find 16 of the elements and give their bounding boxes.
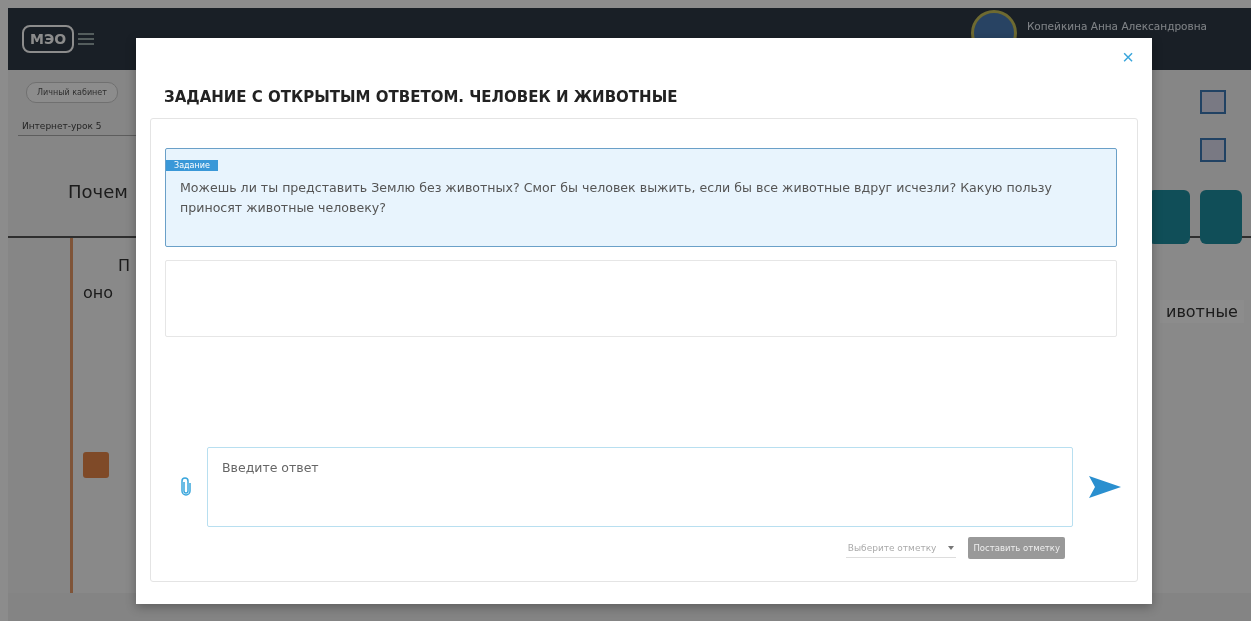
lesson-heading: Почем [68,180,128,202]
user-name[interactable]: Копейкина Анна Александровна [1026,20,1207,32]
task-label: Задание [166,160,218,171]
send-icon[interactable] [1089,476,1121,498]
breadcrumb-link[interactable]: Личный кабинет [26,82,118,103]
menu-icon[interactable] [78,33,95,45]
task-text: Можешь ли ты представить Землю без животных? Смог бы человек выжить, если бы все животные вдруг исчезли? Какую пользу приносят животные человеку? [180,179,1054,217]
answer-field[interactable]: Введите ответ [207,447,1073,527]
paperclip-icon[interactable] [181,477,191,497]
caret-icon [948,545,955,550]
logo[interactable]: МЭО [22,25,75,53]
dialog-title: ЗАДАНИЕ С ОТКРЫТЫМ ОТВЕТОМ. ЧЕЛОВЕК И ЖИВОТНЫЕ [164,88,679,108]
lesson-text: П [118,256,131,275]
grade-select[interactable]: Выберите отметку [845,538,957,558]
lesson-text: оно [83,283,114,302]
close-button[interactable]: × [1122,46,1134,69]
